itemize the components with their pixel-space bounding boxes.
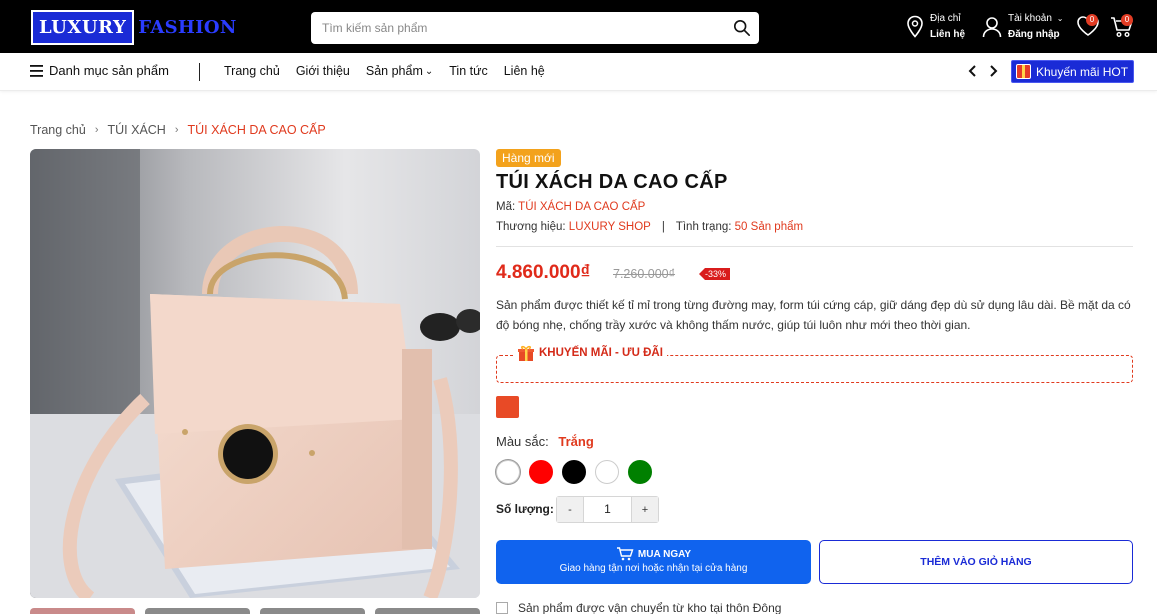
buy-now-sublabel: Giao hàng tận nơi hoặc nhận tại cửa hàng	[559, 563, 748, 574]
quantity-plus-button[interactable]: +	[632, 497, 658, 522]
category-menu-label: Danh mục sản phẩm	[49, 63, 169, 78]
address-label: Địa chỉ	[930, 13, 961, 24]
nav-products-label: Sản phẩm	[365, 64, 423, 78]
product-brand-status: Thương hiệu: LUXURY SHOP | Tình trạng: 5…	[496, 221, 803, 233]
cart-count-badge: 0	[1121, 14, 1133, 26]
product-price: 4.860.000₫	[496, 262, 591, 283]
nav-divider	[199, 63, 200, 81]
map-pin-icon	[907, 15, 923, 38]
wishlist-count-badge: 0	[1086, 14, 1098, 26]
product-sku: Mã: TÚI XÁCH DA CAO CẤP	[496, 201, 645, 213]
breadcrumb-current: TÚI XÁCH DA CAO CẤP	[187, 123, 326, 137]
breadcrumb: Trang chủ › TÚI XÁCH › TÚI XÁCH DA CAO C…	[30, 123, 326, 137]
gift-icon	[1016, 64, 1031, 79]
status-value: 50 Sản phẩm	[734, 221, 804, 233]
color-swatch-white-2[interactable]	[595, 460, 619, 484]
promo-hot-label: Khuyến mãi HOT	[1036, 64, 1129, 79]
breadcrumb-separator-icon: ›	[174, 124, 179, 136]
main-nav: Danh mục sản phẩm Trang chủ Giới thiệu S…	[0, 53, 1157, 91]
brand-value[interactable]: LUXURY SHOP	[569, 221, 651, 233]
user-icon	[982, 17, 1002, 38]
gift-icon	[518, 345, 534, 361]
category-menu-button[interactable]: Danh mục sản phẩm	[30, 63, 169, 78]
account-link[interactable]: Tài khoản ⌄ Đăng nhập	[982, 11, 1063, 43]
divider-line	[496, 246, 1133, 247]
search-input[interactable]	[311, 12, 711, 44]
buy-now-label: MUA NGAY	[637, 548, 692, 560]
thumbnail[interactable]	[260, 608, 365, 614]
nav-links: Trang chủ Giới thiệu Sản phẩm ⌄ Tin tức L…	[224, 64, 561, 78]
nav-about[interactable]: Giới thiệu	[296, 64, 350, 78]
product-image[interactable]	[30, 149, 480, 598]
address-link-text[interactable]: Liên hệ	[930, 27, 965, 43]
top-header: LUXURY FASHION Địa chỉ Liên hệ Tài khoản…	[0, 0, 1157, 53]
logo[interactable]: LUXURY FASHION	[31, 9, 237, 45]
color-swatch-red[interactable]	[529, 460, 553, 484]
buy-now-button[interactable]: MUA NGAY Giao hàng tận nơi hoặc nhận tại…	[496, 540, 811, 584]
address-link[interactable]: Địa chỉ Liên hệ	[906, 11, 965, 43]
thumbnail-strip	[30, 608, 480, 614]
color-swatches	[496, 460, 661, 484]
breadcrumb-home[interactable]: Trang chủ	[30, 123, 86, 137]
color-swatch-green[interactable]	[628, 460, 652, 484]
sku-value: TÚI XÁCH DA CAO CẤP	[518, 201, 646, 213]
color-selector-label: Màu sắc: Trắng	[496, 434, 594, 449]
menu-icon	[30, 64, 43, 77]
chevron-left-icon[interactable]	[968, 64, 978, 78]
promo-title-label: KHUYẾN MÃI - ƯU ĐÃI	[539, 347, 663, 359]
search-bar	[311, 12, 759, 44]
quantity-input[interactable]: 1	[583, 497, 632, 522]
breadcrumb-category[interactable]: TÚI XÁCH	[108, 123, 166, 137]
cart-icon	[616, 547, 634, 561]
shipping-note: Sản phẩm được vận chuyển từ kho tại thôn…	[496, 601, 781, 614]
thumbnail[interactable]	[145, 608, 250, 614]
color-swatch-white[interactable]	[496, 460, 520, 484]
thumbnail[interactable]	[375, 608, 480, 614]
selected-color: Trắng	[558, 434, 594, 449]
nav-products[interactable]: Sản phẩm ⌄	[366, 64, 433, 78]
variant-swatch[interactable]	[496, 396, 519, 418]
logo-luxury: LUXURY	[31, 9, 135, 45]
promo-hot-button[interactable]: Khuyến mãi HOT	[1011, 60, 1134, 83]
sku-label: Mã:	[496, 201, 516, 213]
product-description: Sản phẩm được thiết kế tỉ mỉ trong từng …	[496, 298, 1131, 332]
promo-title: KHUYẾN MÃI - ƯU ĐÃI	[513, 344, 667, 362]
thumbnail[interactable]	[30, 608, 135, 614]
quantity-stepper: - 1 +	[556, 496, 659, 523]
add-to-cart-button[interactable]: THÊM VÀO GIỎ HÀNG	[819, 540, 1133, 584]
nav-home[interactable]: Trang chủ	[224, 64, 280, 78]
nav-contact[interactable]: Liên hệ	[504, 64, 545, 78]
chevron-down-icon: ⌄	[1056, 14, 1064, 23]
quantity-label: Số lượng:	[496, 502, 554, 516]
discount-badge: -33%	[699, 268, 731, 280]
search-icon[interactable]	[733, 19, 751, 37]
chevron-down-icon: ⌄	[424, 65, 434, 77]
logo-fashion: FASHION	[138, 16, 237, 38]
color-label: Màu sắc:	[496, 434, 549, 449]
brand-label: Thương hiệu:	[496, 221, 566, 233]
account-label: Tài khoản	[1008, 13, 1052, 24]
shipping-note-text: Sản phẩm được vận chuyển từ kho tại thôn…	[518, 601, 782, 614]
nav-arrows	[968, 64, 998, 78]
new-tag-badge: Hàng mới	[496, 149, 561, 167]
divider: |	[661, 221, 665, 233]
quantity-minus-button[interactable]: -	[557, 497, 583, 522]
breadcrumb-separator-icon: ›	[94, 124, 99, 136]
login-link[interactable]: Đăng nhập	[1008, 27, 1063, 43]
color-swatch-black[interactable]	[562, 460, 586, 484]
product-title: TÚI XÁCH DA CAO CẤP	[496, 171, 728, 193]
nav-news[interactable]: Tin tức	[449, 64, 487, 78]
chevron-right-icon[interactable]	[988, 64, 998, 78]
shipping-icon	[496, 602, 508, 614]
status-label: Tình trạng:	[675, 221, 732, 233]
product-old-price: 7.260.000₫	[613, 267, 676, 281]
